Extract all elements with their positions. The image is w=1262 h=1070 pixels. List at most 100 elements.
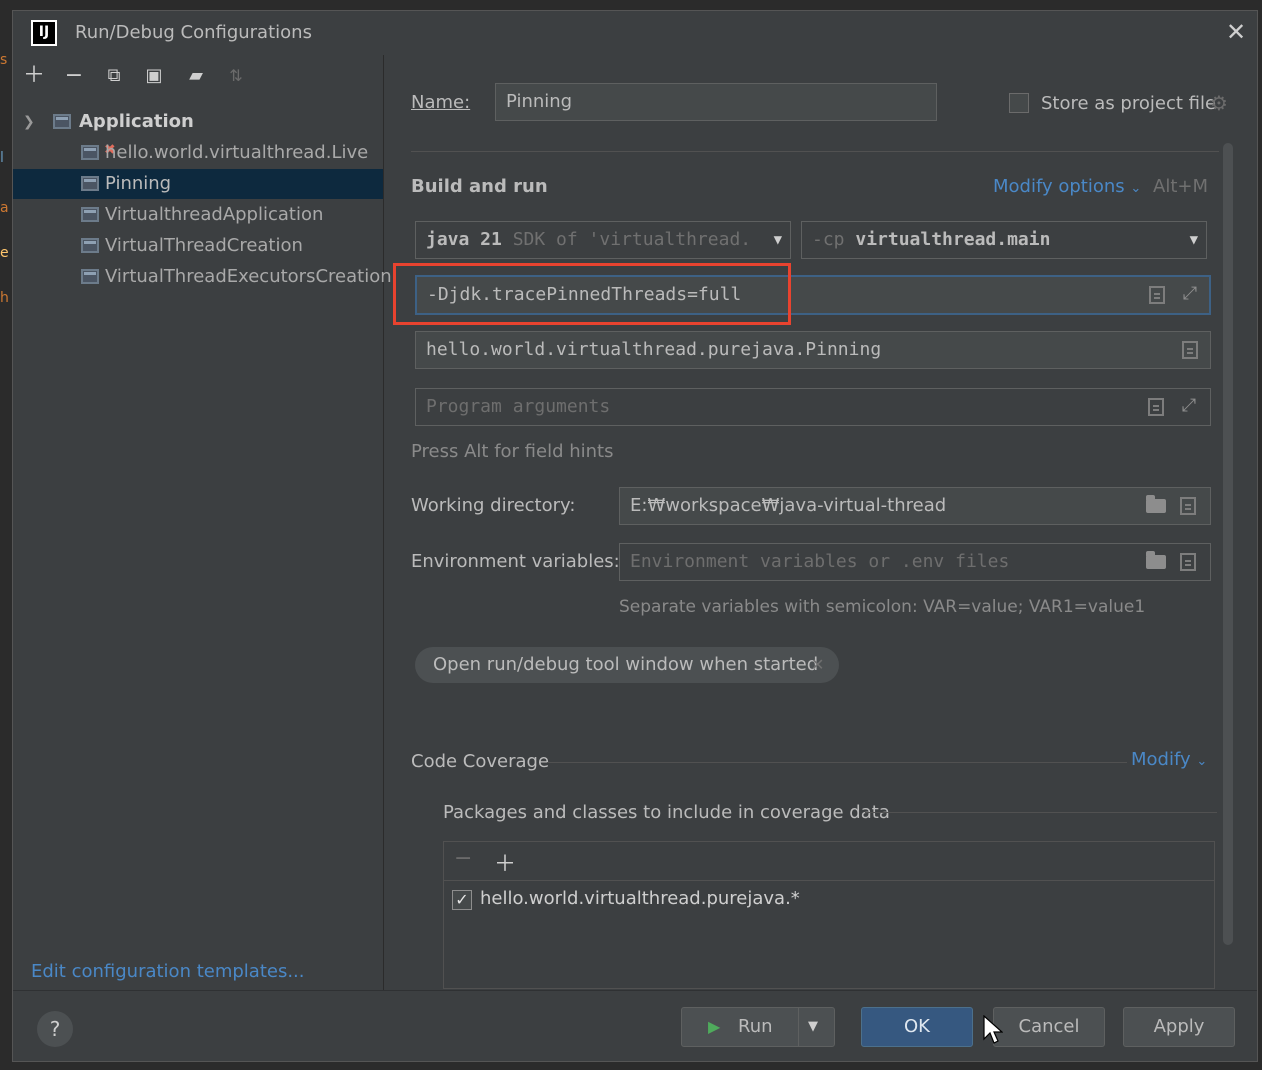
remove-icon[interactable]: −: [454, 846, 472, 871]
run-label: Run: [738, 1016, 773, 1037]
mouse-cursor-icon: [983, 1015, 1003, 1044]
application-config-icon: [81, 207, 99, 222]
add-icon[interactable]: ＋: [494, 846, 516, 878]
working-directory-field[interactable]: E:₩workspace₩java-virtual-thread: [619, 487, 1211, 525]
chevron-down-icon[interactable]: ❯: [23, 107, 35, 137]
name-label: Name:: [411, 92, 471, 113]
folder-icon[interactable]: [1146, 495, 1166, 513]
divider: [798, 1008, 799, 1046]
environment-variables-hint: Separate variables with semicolon: VAR=v…: [619, 597, 1146, 617]
tree-item-label: VirtualthreadApplication: [105, 204, 324, 225]
application-config-icon: [81, 145, 99, 160]
run-button[interactable]: ▶ Run ▼: [681, 1007, 835, 1047]
coverage-modify-link[interactable]: Modify ⌄: [1131, 749, 1207, 770]
application-config-icon: [81, 238, 99, 253]
close-icon[interactable]: ✕: [1223, 19, 1249, 45]
divider: [411, 151, 1219, 152]
tree-item-virtual-thread-creation[interactable]: VirtualThreadCreation: [13, 231, 383, 261]
code-coverage-heading: Code Coverage: [411, 751, 550, 772]
application-config-icon: [81, 269, 99, 284]
expand-text-icon[interactable]: [1148, 398, 1164, 416]
coverage-modify-label: Modify: [1131, 749, 1191, 770]
environment-variables-label: Environment variables:: [411, 551, 620, 572]
intellij-app-icon: IJ: [31, 20, 57, 46]
cancel-button[interactable]: Cancel: [993, 1007, 1105, 1047]
working-directory-value: E:₩workspace₩java-virtual-thread: [630, 495, 947, 516]
coverage-packages-list: − ＋ ✓ hello.world.virtualthread.purejava…: [443, 841, 1215, 989]
tree-item-label: VirtualThreadCreation: [105, 235, 303, 256]
play-icon: ▶: [708, 1017, 721, 1036]
gear-icon[interactable]: ⚙: [1210, 91, 1228, 115]
divider: [547, 762, 1127, 763]
dialog-title: Run/Debug Configurations: [75, 22, 312, 43]
cp-module: virtualthread.main: [855, 229, 1051, 250]
ide-editor-edge: s l a e h: [0, 0, 12, 1070]
working-directory-label: Working directory:: [411, 495, 576, 516]
divider: [865, 812, 1217, 813]
program-arguments-field[interactable]: Program arguments ⤢: [415, 388, 1211, 426]
chevron-down-icon: ⌄: [1196, 754, 1208, 769]
apply-button[interactable]: Apply: [1123, 1007, 1235, 1047]
expand-text-icon[interactable]: [1149, 286, 1165, 304]
ok-button[interactable]: OK: [861, 1007, 973, 1047]
main-class-value: hello.world.virtualthread.purejava.Pinni…: [426, 339, 882, 360]
configurations-panel: ＋ − ⧉ ▣ ▰ ⇅ ❯ Application ✖ hello.world.…: [13, 55, 392, 990]
remove-icon[interactable]: −: [61, 63, 87, 89]
scrollbar[interactable]: [1223, 143, 1233, 945]
save-icon[interactable]: ▣: [141, 63, 167, 89]
chip-label: Open run/debug tool window when started: [433, 654, 819, 675]
environment-variables-field[interactable]: Environment variables or .env files: [619, 543, 1211, 581]
coverage-toolbar: − ＋: [444, 842, 1214, 881]
modify-options-link[interactable]: Modify options ⌄: [993, 176, 1141, 197]
run-debug-dialog: IJ Run/Debug Configurations ✕ ＋ − ⧉ ▣ ▰ …: [12, 10, 1258, 1062]
main-class-field[interactable]: hello.world.virtualthread.purejava.Pinni…: [415, 331, 1211, 369]
store-as-project-file-label: Store as project file: [1041, 93, 1217, 114]
edit-templates-link[interactable]: Edit configuration templates...: [31, 961, 305, 982]
maximize-icon[interactable]: ⤢: [1178, 395, 1200, 417]
tree-item-virtual-thread-executors-creation[interactable]: VirtualThreadExecutorsCreation: [13, 262, 392, 292]
move-to-folder-icon[interactable]: ▰: [183, 63, 209, 89]
open-tool-window-option-chip[interactable]: Open run/debug tool window when started …: [415, 647, 839, 683]
program-arguments-placeholder: Program arguments: [426, 396, 611, 417]
name-field[interactable]: Pinning: [495, 83, 937, 121]
application-icon: [53, 114, 71, 129]
application-config-icon: [81, 176, 99, 191]
copy-icon[interactable]: ⧉: [101, 63, 127, 89]
maximize-icon[interactable]: ⤢: [1179, 283, 1201, 305]
folder-icon[interactable]: [1146, 551, 1166, 569]
add-icon[interactable]: ＋: [21, 63, 47, 89]
tree-item-label: VirtualThreadExecutorsCreation: [105, 266, 392, 287]
modify-options-label: Modify options: [993, 176, 1125, 197]
coverage-packages-label: Packages and classes to include in cover…: [443, 802, 890, 823]
classpath-module-select[interactable]: -cp virtualthread.main ▼: [801, 221, 1207, 259]
store-as-project-file-checkbox[interactable]: [1009, 93, 1029, 113]
tree-item-live[interactable]: ✖ hello.world.virtualthread.Live: [13, 138, 383, 168]
cp-flag: -cp: [812, 229, 845, 250]
jdk-source: SDK of 'virtualthread.: [512, 229, 752, 250]
coverage-entry-label: hello.world.virtualthread.purejava.*: [480, 888, 800, 909]
help-button[interactable]: ?: [37, 1011, 73, 1047]
dropdown-arrow-icon: ▼: [773, 232, 782, 248]
sort-icon[interactable]: ⇅: [223, 63, 249, 89]
tree-item-label: hello.world.virtualthread.Live: [105, 142, 369, 163]
tree-group-label: Application: [79, 111, 194, 132]
tree-item-virtualthread-application[interactable]: VirtualthreadApplication: [13, 200, 383, 230]
jdk-version: java 21: [426, 229, 502, 250]
tree-item-pinning[interactable]: Pinning: [13, 169, 383, 199]
remove-option-icon[interactable]: ✕: [811, 647, 824, 683]
annotation-highlight-box: [393, 263, 791, 325]
jdk-select[interactable]: java 21 SDK of 'virtualthread. ▼: [415, 221, 791, 259]
build-and-run-heading: Build and run: [411, 176, 548, 197]
browse-class-icon[interactable]: [1182, 341, 1198, 359]
environment-variables-placeholder: Environment variables or .env files: [630, 551, 1010, 572]
macro-icon[interactable]: [1180, 497, 1196, 515]
tree-item-label: Pinning: [105, 173, 172, 194]
title-bar: IJ Run/Debug Configurations ✕: [13, 11, 1257, 55]
field-hint: Press Alt for field hints: [411, 441, 614, 462]
edit-env-icon[interactable]: [1180, 553, 1196, 571]
tree-group-application[interactable]: ❯ Application: [13, 107, 383, 137]
dropdown-arrow-icon: ▼: [1189, 232, 1198, 248]
run-dropdown-arrow-icon[interactable]: ▼: [808, 1008, 818, 1046]
coverage-entry-checkbox[interactable]: ✓: [452, 890, 472, 910]
divider: [13, 990, 1257, 991]
